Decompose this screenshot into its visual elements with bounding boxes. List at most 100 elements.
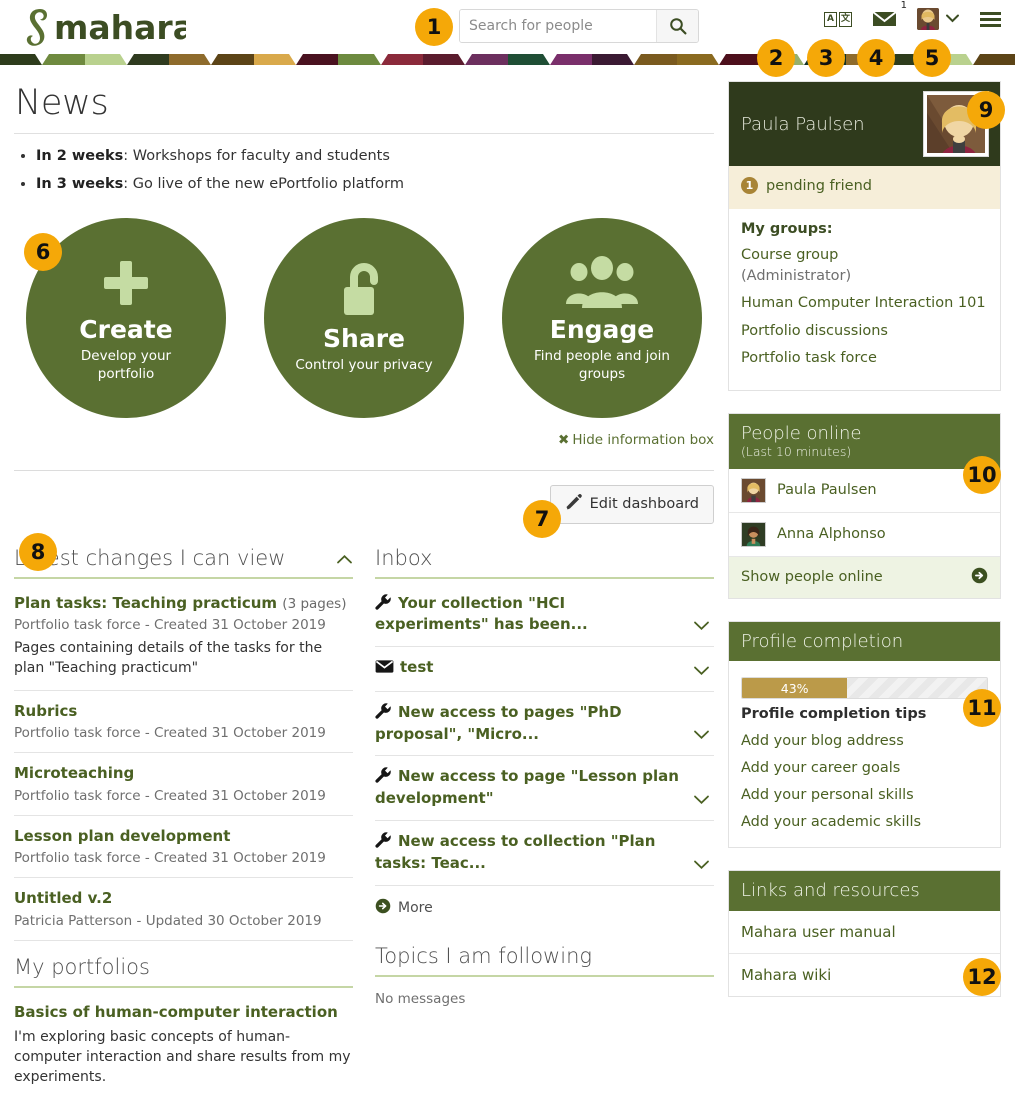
stripe-triangle xyxy=(35,54,50,65)
profile-tip-link[interactable]: Add your blog address xyxy=(741,728,988,755)
inbox-block-column: Inbox Your collection "HCI experiments" … xyxy=(375,546,714,1099)
news-item-label: In 3 weeks xyxy=(36,175,124,192)
avatar xyxy=(741,477,766,503)
inbox-message[interactable]: New access to page "Lesson plan developm… xyxy=(375,756,714,822)
inbox-message-text: New access to collection "Plan tasks: Te… xyxy=(375,832,656,872)
show-people-online-link[interactable]: Show people online xyxy=(729,556,1000,598)
inbox-message[interactable]: Your collection "HCI experiments" has be… xyxy=(375,583,714,648)
edit-dashboard-button[interactable]: Edit dashboard xyxy=(549,484,714,524)
list-item-pages: (3 pages) xyxy=(282,595,347,612)
wrench-icon xyxy=(375,767,392,789)
profile-tip-link[interactable]: Add your personal skills xyxy=(741,782,988,809)
mahara-logo[interactable]: mahara xyxy=(18,6,186,48)
list-item[interactable]: Untitled v.2 Patricia Patterson - Update… xyxy=(14,878,353,941)
resource-link[interactable]: Mahara wiki xyxy=(729,954,1000,996)
search-bar[interactable] xyxy=(459,9,699,43)
list-item[interactable]: Basics of human-computer interaction I'm… xyxy=(14,992,353,1099)
profile-tip-link[interactable]: Add your academic skills xyxy=(741,809,988,836)
group-link[interactable]: Course group (Administrator) xyxy=(741,245,988,286)
list-item[interactable]: Microteaching Portfolio task force - Cre… xyxy=(14,753,353,816)
inbox-message-text-row[interactable]: test xyxy=(375,658,714,680)
inbox-rule xyxy=(375,576,714,579)
engage-circle-button[interactable]: Engage Find people and join groups xyxy=(502,217,702,418)
person-name: Paula Paulsen xyxy=(777,482,877,499)
stripe-triangle xyxy=(458,54,473,65)
list-item-title[interactable]: Lesson plan development xyxy=(14,827,353,847)
stripe-segment xyxy=(627,54,677,65)
stripe-segment xyxy=(458,54,508,65)
arrow-right-circle-icon xyxy=(971,567,988,588)
my-portfolios-title: My portfolios xyxy=(14,954,150,979)
inbox-message[interactable]: New access to pages "PhD proposal", "Mic… xyxy=(375,692,714,757)
links-resources-title: Links and resources xyxy=(741,880,920,902)
list-item-desc: Pages containing details of the tasks fo… xyxy=(14,640,323,676)
stripe-triangle xyxy=(542,54,557,65)
section-divider xyxy=(14,469,714,471)
list-item[interactable]: Paula Paulsen xyxy=(729,469,1000,513)
progress-bar-fill: 43% xyxy=(742,678,848,699)
search-input[interactable] xyxy=(460,10,656,42)
stripe-segment xyxy=(712,54,762,65)
list-item[interactable]: Anna Alphonso xyxy=(729,513,1000,557)
inbox-message-text: New access to page "Lesson plan developm… xyxy=(375,767,679,808)
resource-link[interactable]: Mahara user manual xyxy=(729,911,1000,954)
chevron-down-icon[interactable] xyxy=(693,664,710,680)
inbox-message-text: test xyxy=(400,658,434,677)
list-item-title[interactable]: Plan tasks: Teaching practicum (3 pages) xyxy=(14,594,353,614)
callout-badge-9: 9 xyxy=(967,91,1005,129)
chevron-down-icon[interactable] xyxy=(693,728,710,744)
inbox-message-text-row[interactable]: New access to page "Lesson plan developm… xyxy=(375,767,714,809)
list-item-title[interactable]: Microteaching xyxy=(14,764,353,784)
profile-header: Paula Paulsen xyxy=(729,82,1000,166)
mahara-logo-icon: mahara xyxy=(26,8,186,47)
my-groups-heading: My groups: xyxy=(741,221,833,238)
user-avatar-icon xyxy=(917,8,939,30)
main-menu-button[interactable] xyxy=(980,11,1001,27)
group-role: (Administrator) xyxy=(741,267,852,284)
share-circle-button[interactable]: Share Control your privacy xyxy=(264,217,464,418)
unlock-icon xyxy=(336,261,392,323)
group-link[interactable]: Portfolio discussions xyxy=(741,321,988,342)
inbox-message-text-row[interactable]: New access to collection "Plan tasks: Te… xyxy=(375,832,714,874)
list-item[interactable]: Lesson plan development Portfolio task f… xyxy=(14,816,353,879)
envelope-icon xyxy=(375,659,394,680)
profile-tip-link[interactable]: Add your career goals xyxy=(741,755,988,782)
list-item-desc: I'm exploring basic concepts of human-co… xyxy=(14,1029,351,1086)
chevron-down-icon[interactable] xyxy=(693,793,710,809)
hide-information-box-link[interactable]: ✖ Hide information box xyxy=(14,432,714,448)
list-item[interactable]: Rubrics Portfolio task force - Created 3… xyxy=(14,691,353,754)
list-item-title[interactable]: Basics of human-computer interaction xyxy=(14,1003,353,1023)
stripe-segment xyxy=(965,54,1015,65)
inbox-message-text: New access to pages "PhD proposal", "Mic… xyxy=(375,702,622,743)
language-switch-icon: A 文 xyxy=(824,11,852,27)
callout-badge-3: 3 xyxy=(807,39,845,77)
group-link[interactable]: Portfolio task force xyxy=(741,348,988,369)
search-button[interactable] xyxy=(656,10,698,42)
stripe-triangle xyxy=(289,54,304,65)
list-item-title[interactable]: Untitled v.2 xyxy=(14,889,353,909)
inbox-more-link[interactable]: More xyxy=(375,886,714,926)
inbox-message[interactable]: test xyxy=(375,647,714,692)
inbox-message-text-row[interactable]: Your collection "HCI experiments" has be… xyxy=(375,594,714,636)
inbox-heading: Inbox xyxy=(375,546,714,570)
profile-name: Paula Paulsen xyxy=(741,113,865,135)
stripe-triangle xyxy=(373,54,388,65)
list-item-title[interactable]: Rubrics xyxy=(14,702,353,722)
dashboard-blocks: Latest changes I can view Plan tasks: Te… xyxy=(14,546,714,1099)
pending-friend-notice[interactable]: 1 pending friend xyxy=(729,166,1000,210)
group-link[interactable]: Human Computer Interaction 101 xyxy=(741,293,988,314)
user-menu-button[interactable] xyxy=(917,8,960,30)
chevron-down-icon[interactable] xyxy=(693,858,710,874)
topics-empty-text: No messages xyxy=(375,990,466,1007)
my-groups-section: My groups: Course group (Administrator) … xyxy=(729,209,1000,390)
chevron-down-icon[interactable] xyxy=(693,619,710,635)
inbox-button[interactable]: 1 xyxy=(872,0,907,29)
avatar xyxy=(741,521,766,547)
language-switcher-button[interactable]: A 文 xyxy=(824,11,852,27)
chevron-up-icon[interactable] xyxy=(336,546,353,570)
inbox-message[interactable]: New access to collection "Plan tasks: Te… xyxy=(375,821,714,886)
list-item[interactable]: Plan tasks: Teaching practicum (3 pages)… xyxy=(14,583,353,691)
news-item: In 3 weeks: Go live of the new ePortfoli… xyxy=(36,174,714,196)
share-circle-title: Share xyxy=(323,323,405,353)
inbox-message-text-row[interactable]: New access to pages "PhD proposal", "Mic… xyxy=(375,703,714,745)
